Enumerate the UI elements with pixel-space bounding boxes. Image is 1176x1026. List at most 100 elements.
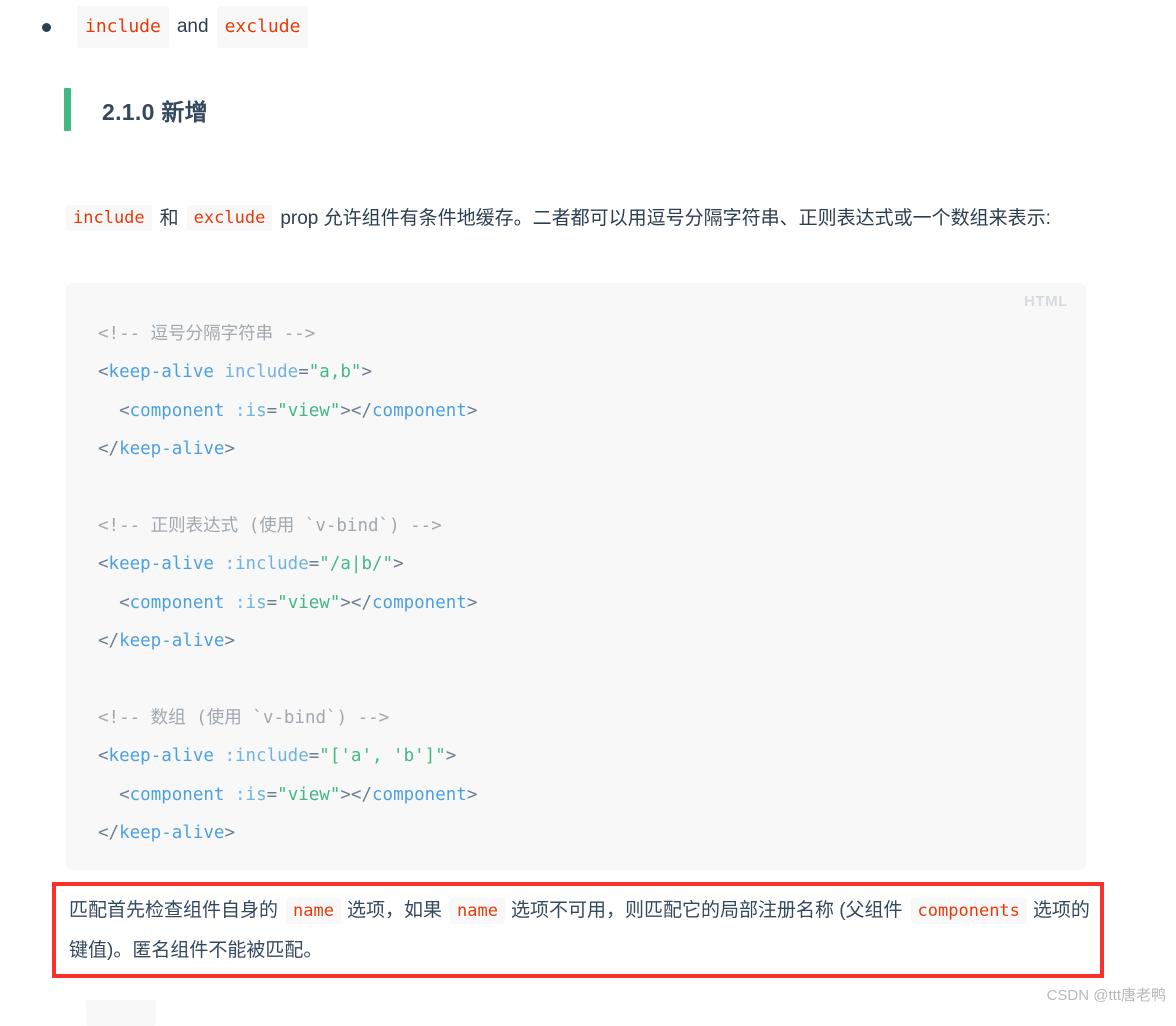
code-line: <keep-alive include="a,b"> [98, 353, 1066, 391]
code-line: <!-- 逗号分隔字符串 --> [98, 315, 1066, 353]
code-token-tag: component [129, 784, 225, 805]
code-token-punct: < [98, 746, 109, 767]
code-token-tag: keep-alive [119, 439, 225, 460]
code-token-attr: :is [235, 784, 267, 805]
code-line: </keep-alive> [98, 430, 1066, 468]
bullet-marker-icon [42, 22, 51, 32]
code-token-punct: > [466, 784, 478, 805]
code-token-punct: > [445, 746, 457, 767]
inline-code-exclude: exclude [216, 6, 309, 48]
inline-code-include: include [77, 6, 169, 48]
code-token-punct: < [119, 400, 130, 421]
inline-code-name-1: name [286, 898, 341, 924]
heading-label: 2.1.0 新增 [102, 98, 208, 125]
code-token-punct: = [266, 784, 278, 805]
code-token-punct: > [340, 784, 351, 805]
code-token-punct: < [98, 554, 109, 575]
code-token-string: "view" [277, 784, 341, 805]
code-token-punct: < [98, 362, 109, 383]
accent-bar [64, 88, 71, 131]
code-token-punct: = [298, 362, 309, 383]
code-token-punct: > [361, 362, 372, 383]
version-callout-heading: 2.1.0 新增 [64, 88, 208, 131]
code-token-punct: < [119, 784, 130, 805]
code-token-string: "a,b" [308, 362, 362, 383]
code-token-tag: component [372, 784, 467, 805]
code-token-punct: > [393, 554, 404, 575]
annotation-seg-1: 匹配首先检查组件自身的 [69, 900, 279, 921]
code-token-comment: <!-- 数组 (使用 `v-bind`) --> [98, 708, 390, 729]
code-block-content: <!-- 逗号分隔字符串 --> <keep-alive include="a,b… [98, 315, 1066, 853]
code-line: <keep-alive :include="/a|b/"> [98, 545, 1066, 583]
code-token-attr: :include [224, 554, 309, 575]
annotation-seg-2: 选项，如果 [346, 900, 442, 921]
code-line: <component :is="view"></component> [98, 776, 1066, 814]
code-token-tag: component [129, 592, 225, 613]
code-line: <!-- 数组 (使用 `v-bind`) --> [98, 699, 1066, 737]
code-line: <keep-alive :include="['a', 'b']"> [98, 737, 1066, 775]
paragraph-conjunction: 和 [159, 208, 179, 229]
code-token-tag: keep-alive [119, 823, 225, 844]
code-token-tag: keep-alive [108, 362, 214, 383]
code-token-punct: </ [350, 784, 372, 805]
code-token-tag: component [372, 400, 467, 421]
clipped-inline-code-chip [86, 1000, 156, 1026]
code-token-tag: component [129, 400, 225, 421]
code-token-punct: < [119, 592, 130, 613]
bullet-conjunction: and [176, 16, 209, 37]
highlight-annotation-box: 匹配首先检查组件自身的 name 选项，如果 name 选项不可用，则匹配它的局部注册名… [52, 882, 1104, 978]
code-token-punct: </ [98, 631, 120, 652]
code-token-punct: </ [98, 439, 120, 460]
code-token-punct: = [266, 592, 278, 613]
code-line: <component :is="view"></component> [98, 584, 1066, 622]
code-line: <!-- 正则表达式 (使用 `v-bind`) --> [98, 507, 1066, 545]
inline-code-exclude-2: exclude [186, 205, 273, 231]
code-token-punct: = [308, 554, 320, 575]
bullet-item-text: include and exclude [77, 6, 309, 48]
code-token-tag: keep-alive [119, 631, 225, 652]
paragraph-rest-text: prop 允许组件有条件地缓存。二者都可以用逗号分隔字符串、正则表达式或一个数组… [280, 208, 1051, 229]
bullet-list-item: include and exclude [42, 6, 309, 48]
description-paragraph: include 和 exclude prop 允许组件有条件地缓存。二者都可以用逗号分… [66, 199, 1086, 238]
code-token-punct: > [340, 400, 351, 421]
inline-code-name-2: name [449, 898, 505, 924]
code-token-string: "view" [277, 592, 341, 613]
code-token-comment: <!-- 逗号分隔字符串 --> [98, 324, 316, 344]
code-token-punct: = [266, 400, 278, 421]
code-token-attr: include [224, 362, 299, 383]
code-token-punct: > [224, 823, 235, 844]
code-language-label: HTML [1023, 293, 1068, 310]
code-token-attr: :include [224, 746, 309, 767]
code-token-tag: component [372, 592, 467, 613]
code-token-punct: > [224, 631, 235, 652]
code-token-attr: :is [235, 592, 267, 613]
code-line: </keep-alive> [98, 814, 1066, 852]
code-token-tag: keep-alive [108, 746, 214, 767]
csdn-watermark: CSDN @ttt唐老鸭 [1046, 987, 1166, 1004]
inline-code-include-2: include [66, 205, 152, 231]
code-token-punct: > [224, 439, 235, 460]
code-token-punct: > [466, 592, 478, 613]
code-token-comment: <!-- 正则表达式 (使用 `v-bind`) --> [98, 516, 442, 537]
inline-code-components: components [910, 898, 1027, 924]
code-token-attr: :is [235, 400, 267, 421]
code-token-tag: keep-alive [108, 554, 214, 575]
code-token-punct: </ [98, 823, 120, 844]
code-token-punct: = [308, 746, 320, 767]
code-token-punct: </ [350, 592, 372, 613]
code-token-punct: > [340, 592, 351, 613]
code-token-string: "view" [277, 400, 341, 421]
code-token-punct: > [466, 400, 478, 421]
code-block[interactable]: HTML <!-- 逗号分隔字符串 --> <keep-alive include… [66, 283, 1086, 870]
code-token-string: "/a|b/" [319, 554, 394, 575]
